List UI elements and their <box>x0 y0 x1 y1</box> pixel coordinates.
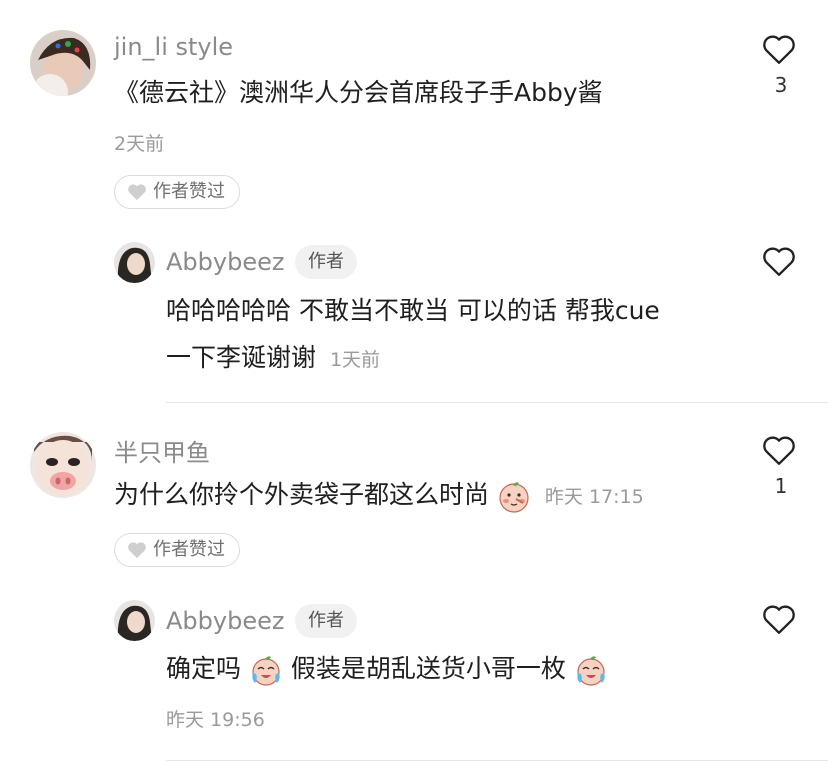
reply-text-row: 确定吗 假装是胡乱送货小哥一枚 <box>166 646 608 692</box>
comment-text: 《德云社》澳洲华人分会首席段子手Abby酱 <box>114 78 603 107</box>
like-button[interactable] <box>761 434 801 470</box>
crying-laughing-icon <box>574 653 608 687</box>
reply-time: 昨天 19:56 <box>166 709 265 731</box>
crying-laughing-icon <box>249 653 283 687</box>
author-liked-label: 作者赞过 <box>153 181 225 202</box>
divider <box>166 402 828 403</box>
reply-username[interactable]: Abbybeez <box>166 248 284 276</box>
comment-username[interactable]: 半只甲鱼 <box>114 433 210 468</box>
reply-text: 哈哈哈哈哈 不敢当不敢当 可以的话 帮我cue <box>166 288 660 334</box>
reply-text-part1: 确定吗 <box>166 654 242 683</box>
avatar[interactable] <box>114 242 155 283</box>
reply-text-line1: 哈哈哈哈哈 不敢当不敢当 可以的话 帮我cue <box>166 296 660 325</box>
author-liked-label: 作者赞过 <box>153 539 225 560</box>
like-count: 3 <box>774 73 788 97</box>
heart-icon <box>128 542 146 559</box>
comment-time: 2天前 <box>114 133 165 155</box>
author-liked-pill: 作者赞过 <box>114 533 240 567</box>
reply-time: 1天前 <box>329 349 381 371</box>
heart-icon <box>128 184 146 201</box>
heart-icon <box>763 35 795 64</box>
heart-icon <box>763 436 795 465</box>
blush-face-icon <box>497 479 531 513</box>
like-button[interactable] <box>761 245 801 281</box>
comment-text: 为什么你拎个外卖袋子都这么时尚 <box>114 480 490 509</box>
reply-text-part2: 假装是胡乱送货小哥一枚 <box>290 654 566 683</box>
avatar[interactable] <box>30 30 96 96</box>
reply-text-line2-row: 一下李诞谢谢 1天前 <box>166 335 380 383</box>
comment-time: 昨天 17:15 <box>544 486 644 508</box>
like-button[interactable] <box>761 33 801 69</box>
author-liked-pill: 作者赞过 <box>114 175 240 209</box>
avatar[interactable] <box>114 600 155 641</box>
author-badge: 作者 <box>295 604 357 638</box>
like-button[interactable] <box>761 603 801 639</box>
heart-icon <box>763 247 795 276</box>
comment-text-row: 为什么你拎个外卖袋子都这么时尚 昨天 17:15 <box>114 472 644 520</box>
divider <box>166 760 828 761</box>
author-badge: 作者 <box>295 245 357 279</box>
avatar[interactable] <box>30 432 96 498</box>
heart-icon <box>763 605 795 634</box>
comment-username[interactable]: jin_li style <box>114 33 233 61</box>
reply-username[interactable]: Abbybeez <box>166 607 284 635</box>
like-count: 1 <box>774 474 788 498</box>
reply-text-line2: 一下李诞谢谢 <box>166 343 317 372</box>
